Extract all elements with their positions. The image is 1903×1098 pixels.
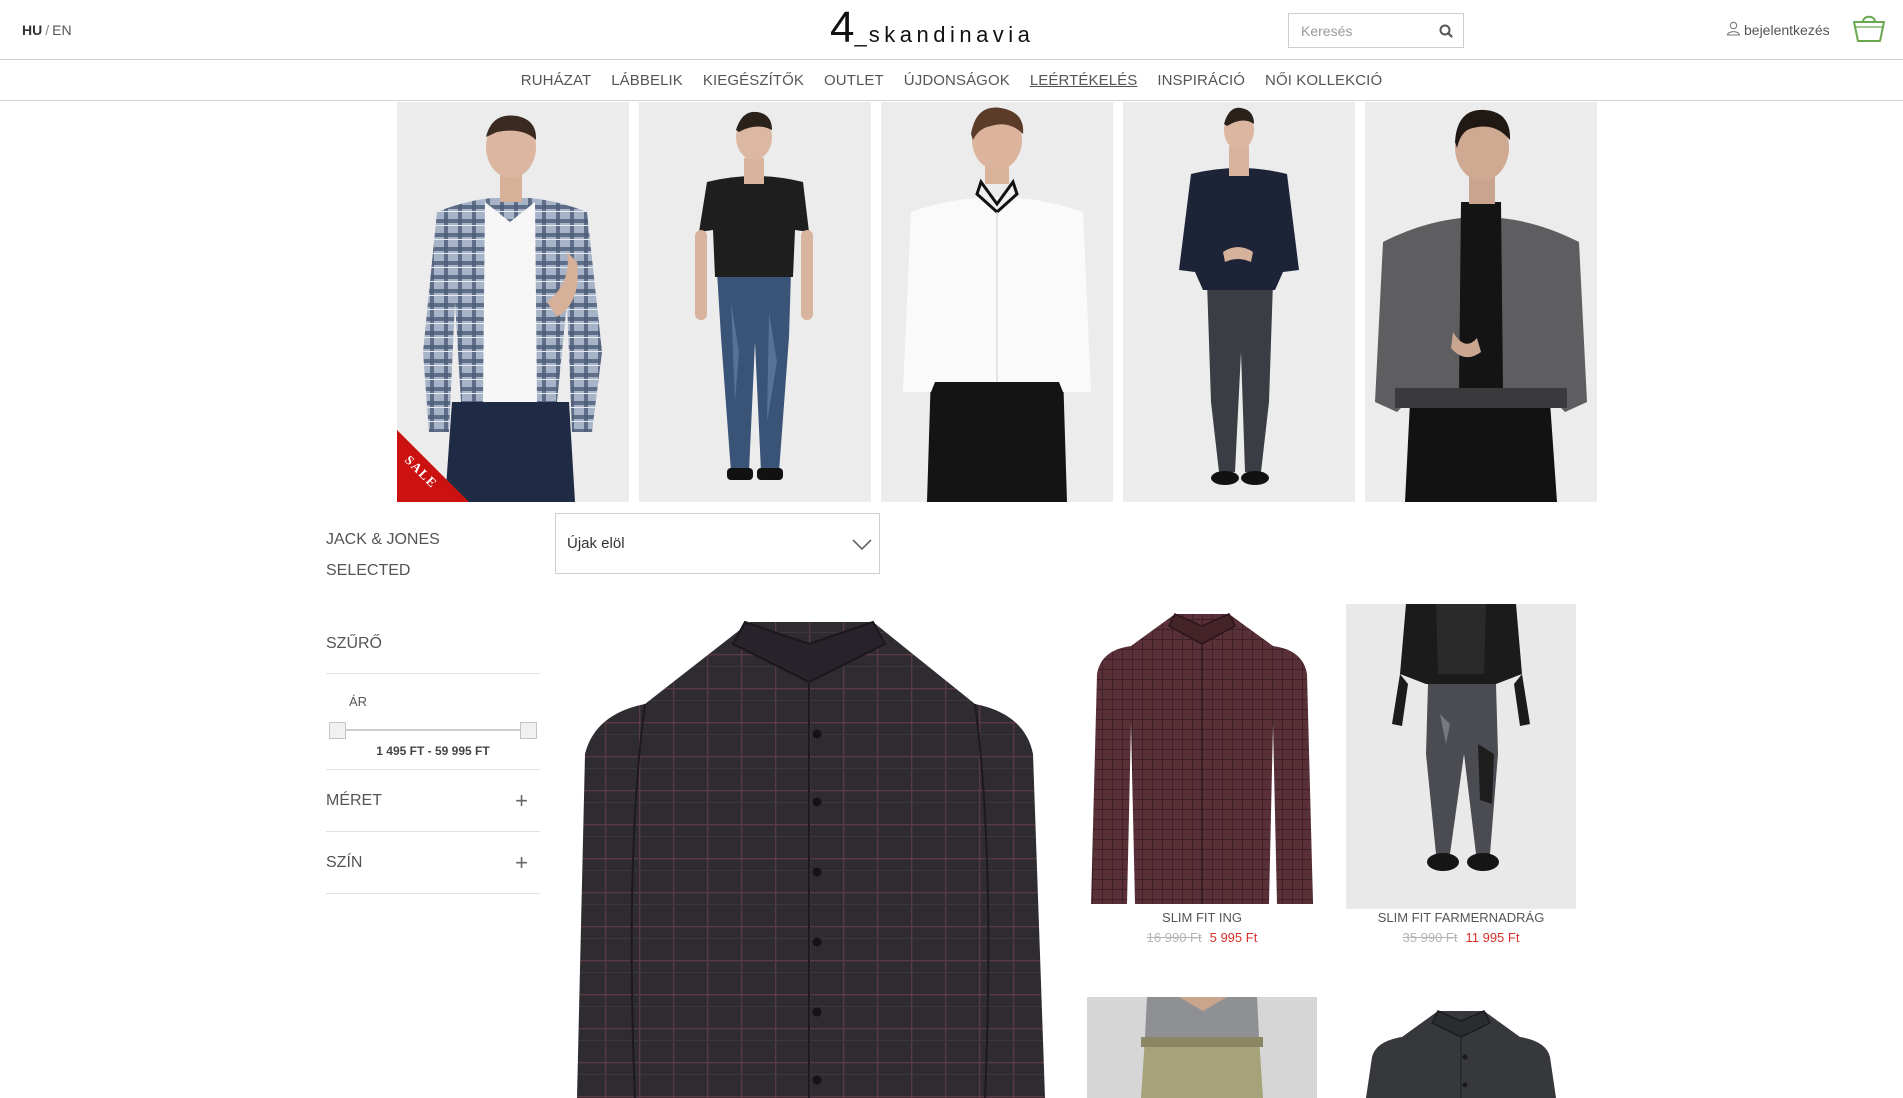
plus-icon: + — [515, 788, 528, 813]
hero-image-tshirt-jeans[interactable] — [639, 102, 871, 502]
hero-image-navy-sweater[interactable] — [1123, 102, 1355, 502]
price-slider-track[interactable] — [338, 729, 528, 731]
brand-jack-jones[interactable]: JACK & JONES — [326, 524, 440, 555]
nav-kiegeszitok[interactable]: KIEGÉSZÍTŐK — [693, 72, 814, 89]
sale-price: 11 995 Ft — [1465, 930, 1520, 945]
hero-strip: SALE — [397, 102, 1597, 502]
search-input[interactable] — [1289, 14, 1429, 47]
sort-selected-value: Újak elöl — [567, 535, 625, 552]
size-divider — [326, 831, 540, 832]
color-filter-toggle[interactable]: SZÍN + — [326, 850, 540, 875]
product-card[interactable] — [1346, 997, 1576, 1098]
product-image-shirt — [1087, 604, 1317, 909]
nav-inspiracio[interactable]: INSPIRÁCIÓ — [1147, 72, 1255, 89]
brand-selected[interactable]: SELECTED — [326, 555, 440, 586]
old-price: 16 990 Ft — [1146, 930, 1202, 945]
lang-hu[interactable]: HU — [22, 22, 42, 38]
user-icon — [1726, 21, 1741, 39]
nav-ruhazat[interactable]: RUHÁZAT — [511, 72, 601, 89]
featured-product-image[interactable] — [555, 604, 1062, 1098]
price-filter-label: ÁR — [349, 694, 368, 709]
size-filter-toggle[interactable]: MÉRET + — [326, 788, 540, 813]
login-label: bejelentkezés — [1744, 22, 1830, 38]
color-filter-label: SZÍN — [326, 854, 363, 871]
logo-underscore: _ — [854, 22, 867, 47]
nav-ujdonsagok[interactable]: ÚJDONSÁGOK — [894, 72, 1020, 89]
product-card[interactable] — [1087, 997, 1317, 1098]
color-divider — [326, 893, 540, 894]
nav-outlet[interactable]: OUTLET — [814, 72, 894, 89]
sort-select[interactable]: Újak elöl — [555, 513, 880, 574]
top-header: HU/EN 4_skandinavia bejelentkezés — [0, 0, 1903, 60]
sale-price: 5 995 Ft — [1209, 930, 1258, 945]
hero-image-plaid-shirt[interactable]: SALE — [397, 102, 629, 502]
filter-title: SZŰRŐ — [326, 635, 382, 652]
logo-word: skandinavia — [868, 22, 1035, 47]
product-image-dark-shirt — [1346, 997, 1576, 1098]
product-name: SLIM FIT ING — [1162, 910, 1242, 925]
search-icon[interactable] — [1435, 20, 1457, 42]
product-card[interactable]: SLIM FIT FARMERNADRÁG 35 990 Ft 11 995 Ft — [1346, 604, 1576, 949]
price-divider — [326, 769, 540, 770]
hero-image-white-shirt[interactable] — [881, 102, 1113, 502]
site-logo[interactable]: 4 _ skandinavia — [830, 6, 1034, 50]
basket-icon[interactable] — [1852, 10, 1886, 44]
size-filter-label: MÉRET — [326, 792, 382, 809]
hero-image-grey-jacket[interactable] — [1365, 102, 1597, 502]
language-switcher: HU / EN — [22, 22, 72, 38]
plus-icon: + — [515, 850, 528, 875]
filter-divider — [326, 673, 540, 674]
login-link[interactable]: bejelentkezés — [1726, 21, 1830, 39]
price-slider-min-handle[interactable] — [329, 722, 346, 739]
product-prices: 16 990 Ft 5 995 Ft — [1087, 930, 1317, 945]
price-slider-max-handle[interactable] — [520, 722, 537, 739]
main-navigation: RUHÁZAT LÁBBELIK KIEGÉSZÍTŐK OUTLET ÚJDO… — [0, 60, 1903, 101]
lang-separator: / — [45, 22, 50, 38]
product-image-chinos — [1087, 997, 1317, 1098]
nav-leertekeles[interactable]: LEÉRTÉKELÉS — [1020, 72, 1148, 89]
chevron-down-icon — [851, 533, 873, 560]
product-image-jeans — [1346, 604, 1576, 909]
logo-number: 4 — [830, 3, 855, 52]
price-range-value: 1 495 FT - 59 995 FT — [376, 744, 490, 758]
brand-list: JACK & JONES SELECTED — [326, 524, 440, 586]
product-prices: 35 990 Ft 11 995 Ft — [1346, 930, 1576, 945]
product-name: SLIM FIT FARMERNADRÁG — [1377, 910, 1545, 925]
nav-noi-kollekcio[interactable]: NŐI KOLLEKCIÓ — [1255, 72, 1392, 89]
search-box — [1288, 13, 1464, 48]
old-price: 35 990 Ft — [1402, 930, 1458, 945]
nav-labbelik[interactable]: LÁBBELIK — [601, 72, 693, 89]
lang-en[interactable]: EN — [52, 22, 71, 38]
product-card[interactable]: SLIM FIT ING 16 990 Ft 5 995 Ft — [1087, 604, 1317, 949]
